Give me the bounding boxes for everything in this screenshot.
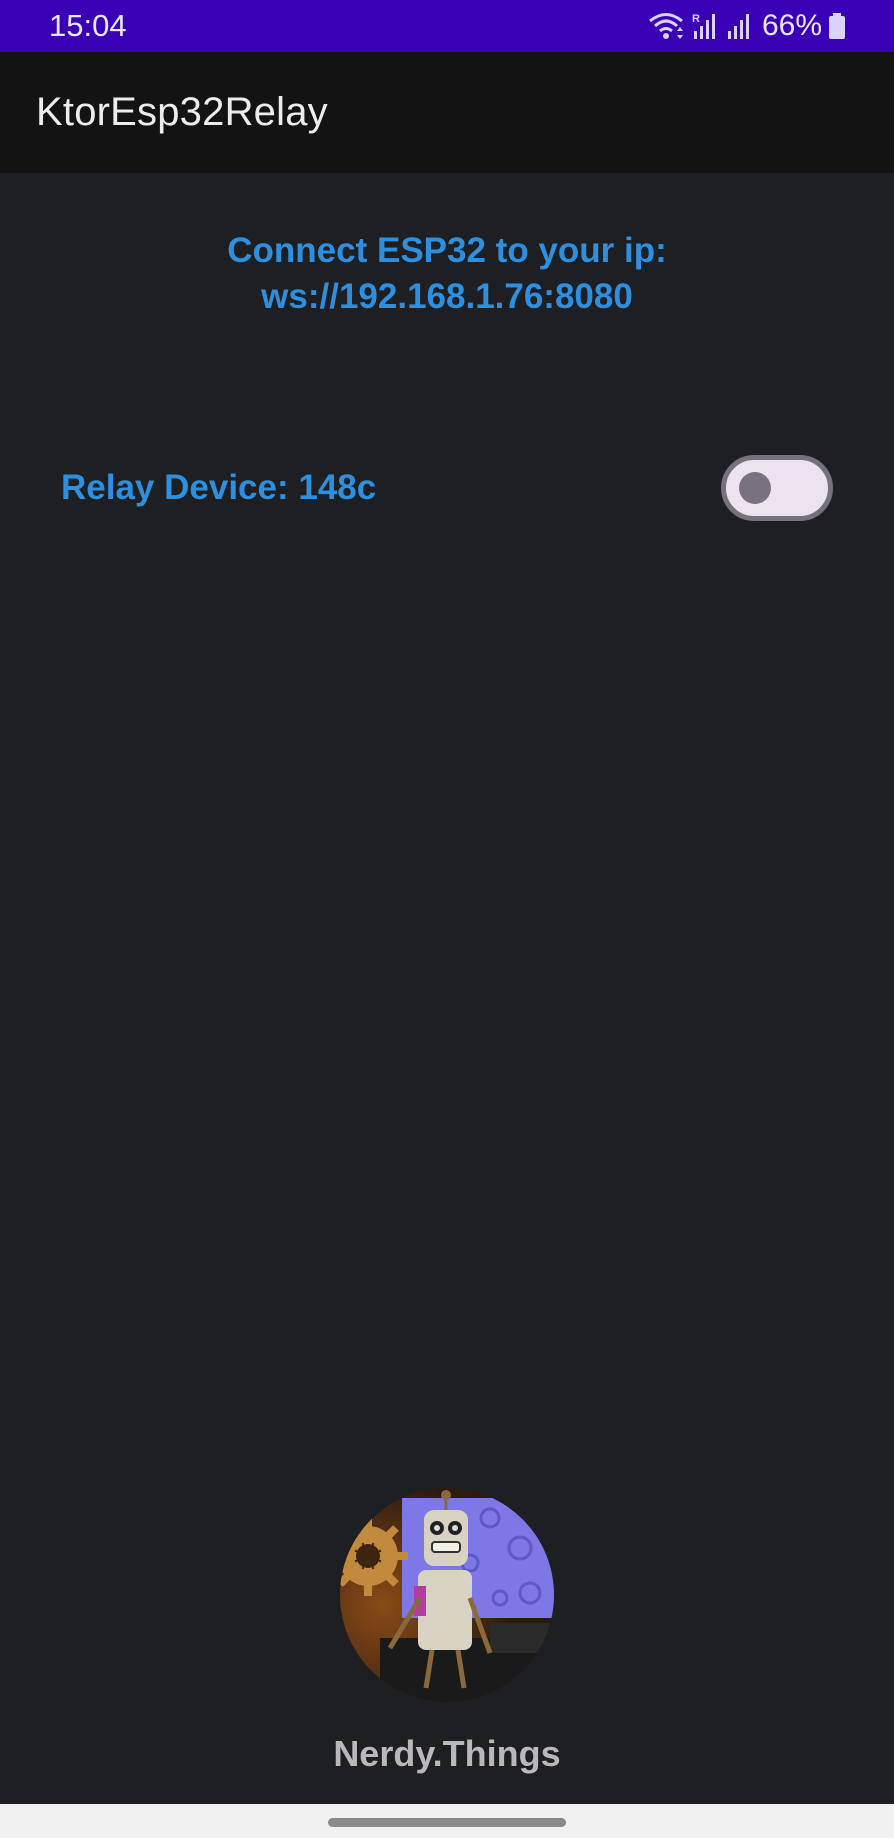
battery-percent: 66%	[761, 9, 822, 42]
relay-device-row: Relay Device: 148c	[61, 452, 833, 524]
switch-thumb	[739, 472, 771, 504]
app-bar: KtorEsp32Relay	[0, 52, 894, 173]
navigation-bar	[0, 1804, 894, 1838]
status-icons: R 66%	[648, 9, 846, 43]
app-title: KtorEsp32Relay	[36, 90, 328, 134]
relay-device-label: Relay Device: 148c	[61, 468, 377, 507]
signal-roaming-icon: R	[690, 11, 718, 41]
robot-avatar-icon	[340, 1488, 554, 1702]
connect-info: Connect ESP32 to your ip: ws://192.168.1…	[0, 228, 894, 320]
svg-text:R: R	[692, 13, 700, 25]
connect-instruction: Connect ESP32 to your ip:	[227, 231, 667, 270]
connect-address: ws://192.168.1.76:8080	[261, 277, 633, 316]
status-time: 15:04	[49, 8, 127, 43]
status-bar: 15:04 R 66%	[0, 0, 894, 52]
home-gesture-handle[interactable]	[328, 1818, 566, 1827]
signal-icon	[724, 11, 752, 41]
brand-name: Nerdy.Things	[333, 1733, 561, 1774]
battery-icon	[828, 11, 846, 41]
relay-toggle-switch[interactable]	[721, 455, 833, 521]
wifi-icon	[648, 11, 684, 41]
